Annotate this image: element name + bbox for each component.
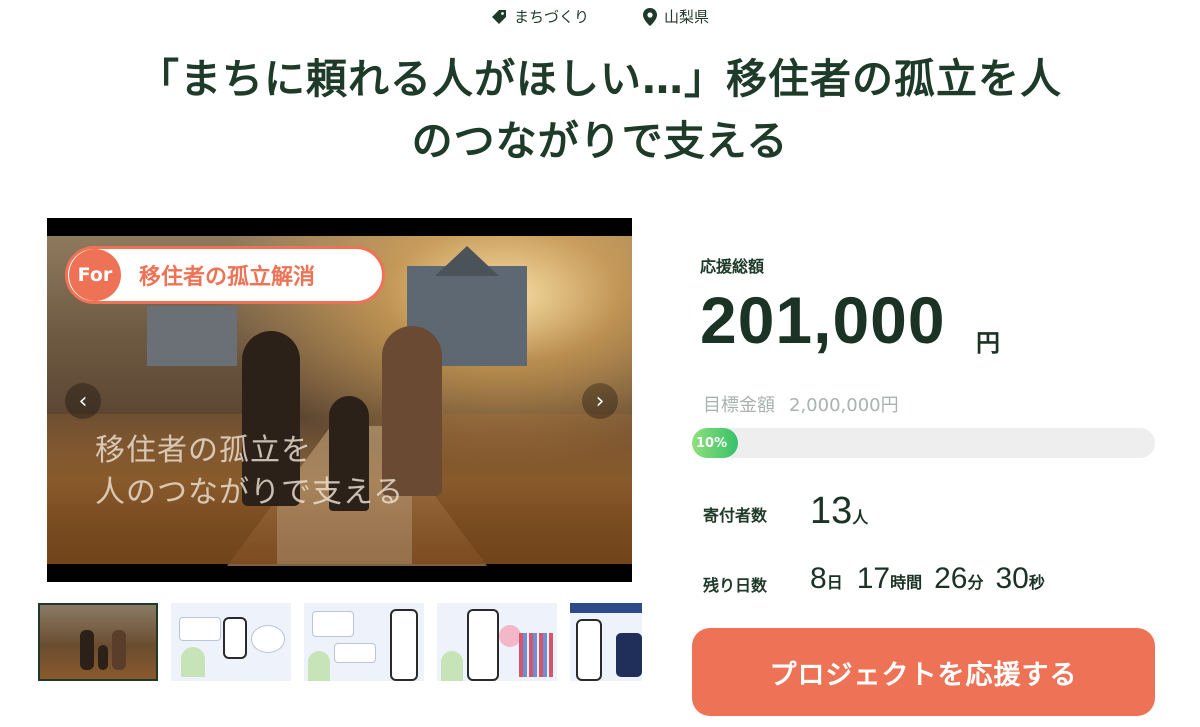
- supporters-label: 寄付者数: [703, 506, 768, 525]
- location-pin-icon: [643, 7, 657, 26]
- days-unit: 日: [826, 575, 843, 592]
- seconds-unit: 秒: [1028, 575, 1045, 592]
- image-caption-line-1: 移住者の孤立を: [95, 433, 312, 468]
- supporters-unit: 人: [852, 510, 869, 527]
- image-caption: 移住者の孤立を 人のつながりで支える: [95, 430, 404, 514]
- grass-right: [412, 414, 632, 564]
- goal-amount-row: 目標金額 2,000,000円: [703, 391, 913, 417]
- funding-progress-bar: 10%: [692, 428, 1155, 458]
- thumbnail[interactable]: [437, 603, 557, 681]
- seconds-value: 30: [995, 562, 1029, 595]
- badge-text: 移住者の孤立解消: [139, 265, 316, 290]
- image-caption-line-2: 人のつながりで支える: [95, 475, 405, 510]
- goal-amount: 2,000,000円: [789, 395, 899, 416]
- total-amount-unit: 円: [976, 329, 1000, 357]
- minutes-unit: 分: [967, 575, 984, 592]
- countdown: 8日 17時間 26分 30秒: [810, 562, 1045, 596]
- progress-fill: 10%: [692, 428, 739, 458]
- house-shape: [147, 306, 237, 366]
- project-image-carousel[interactable]: For 移住者の孤立解消 移住者の孤立を 人のつながりで支える ‹ ›: [47, 218, 632, 582]
- title-line-1: 「まちに頼れる人がほしい…」移住者の孤立を人: [138, 55, 1062, 103]
- badge-for-label: For: [69, 249, 121, 301]
- chevron-right-icon: ›: [595, 388, 605, 414]
- category-tag-label: まちづくり: [513, 8, 589, 26]
- days-value: 8: [810, 562, 827, 595]
- hours-unit: 時間: [890, 575, 923, 592]
- project-title: 「まちに頼れる人がほしい…」移住者の孤立を人 のつながりで支える: [40, 48, 1160, 172]
- region-tag[interactable]: 山梨県: [643, 6, 709, 27]
- thumbnail[interactable]: [304, 603, 424, 681]
- supporters-count: 13: [810, 490, 853, 532]
- supporters-value: 13人: [810, 490, 868, 533]
- thumbnail[interactable]: [570, 603, 642, 681]
- goal-label: 目標金額: [703, 395, 775, 416]
- category-tags: まちづくり 山梨県: [0, 6, 1200, 27]
- tag-icon: [491, 9, 507, 25]
- prev-slide-button[interactable]: ‹: [65, 383, 101, 419]
- progress-percent: 10%: [696, 435, 728, 451]
- thumbnail-strip: [38, 603, 642, 683]
- chevron-left-icon: ‹: [78, 388, 88, 414]
- total-amount: 201,000: [700, 283, 946, 357]
- thumbnail[interactable]: [38, 603, 158, 681]
- region-tag-label: 山梨県: [664, 8, 710, 26]
- target-badge: For 移住者の孤立解消: [65, 246, 385, 304]
- title-line-2: のつながりで支える: [411, 117, 789, 165]
- total-amount-label: 応援総額: [700, 257, 765, 276]
- minutes-value: 26: [934, 562, 968, 595]
- hours-value: 17: [856, 562, 891, 595]
- remaining-label: 残り日数: [703, 576, 768, 595]
- support-project-button[interactable]: プロジェクトを応援する: [692, 628, 1155, 716]
- next-slide-button[interactable]: ›: [582, 383, 618, 419]
- category-tag[interactable]: まちづくり: [491, 6, 589, 27]
- thumbnail[interactable]: [171, 603, 291, 681]
